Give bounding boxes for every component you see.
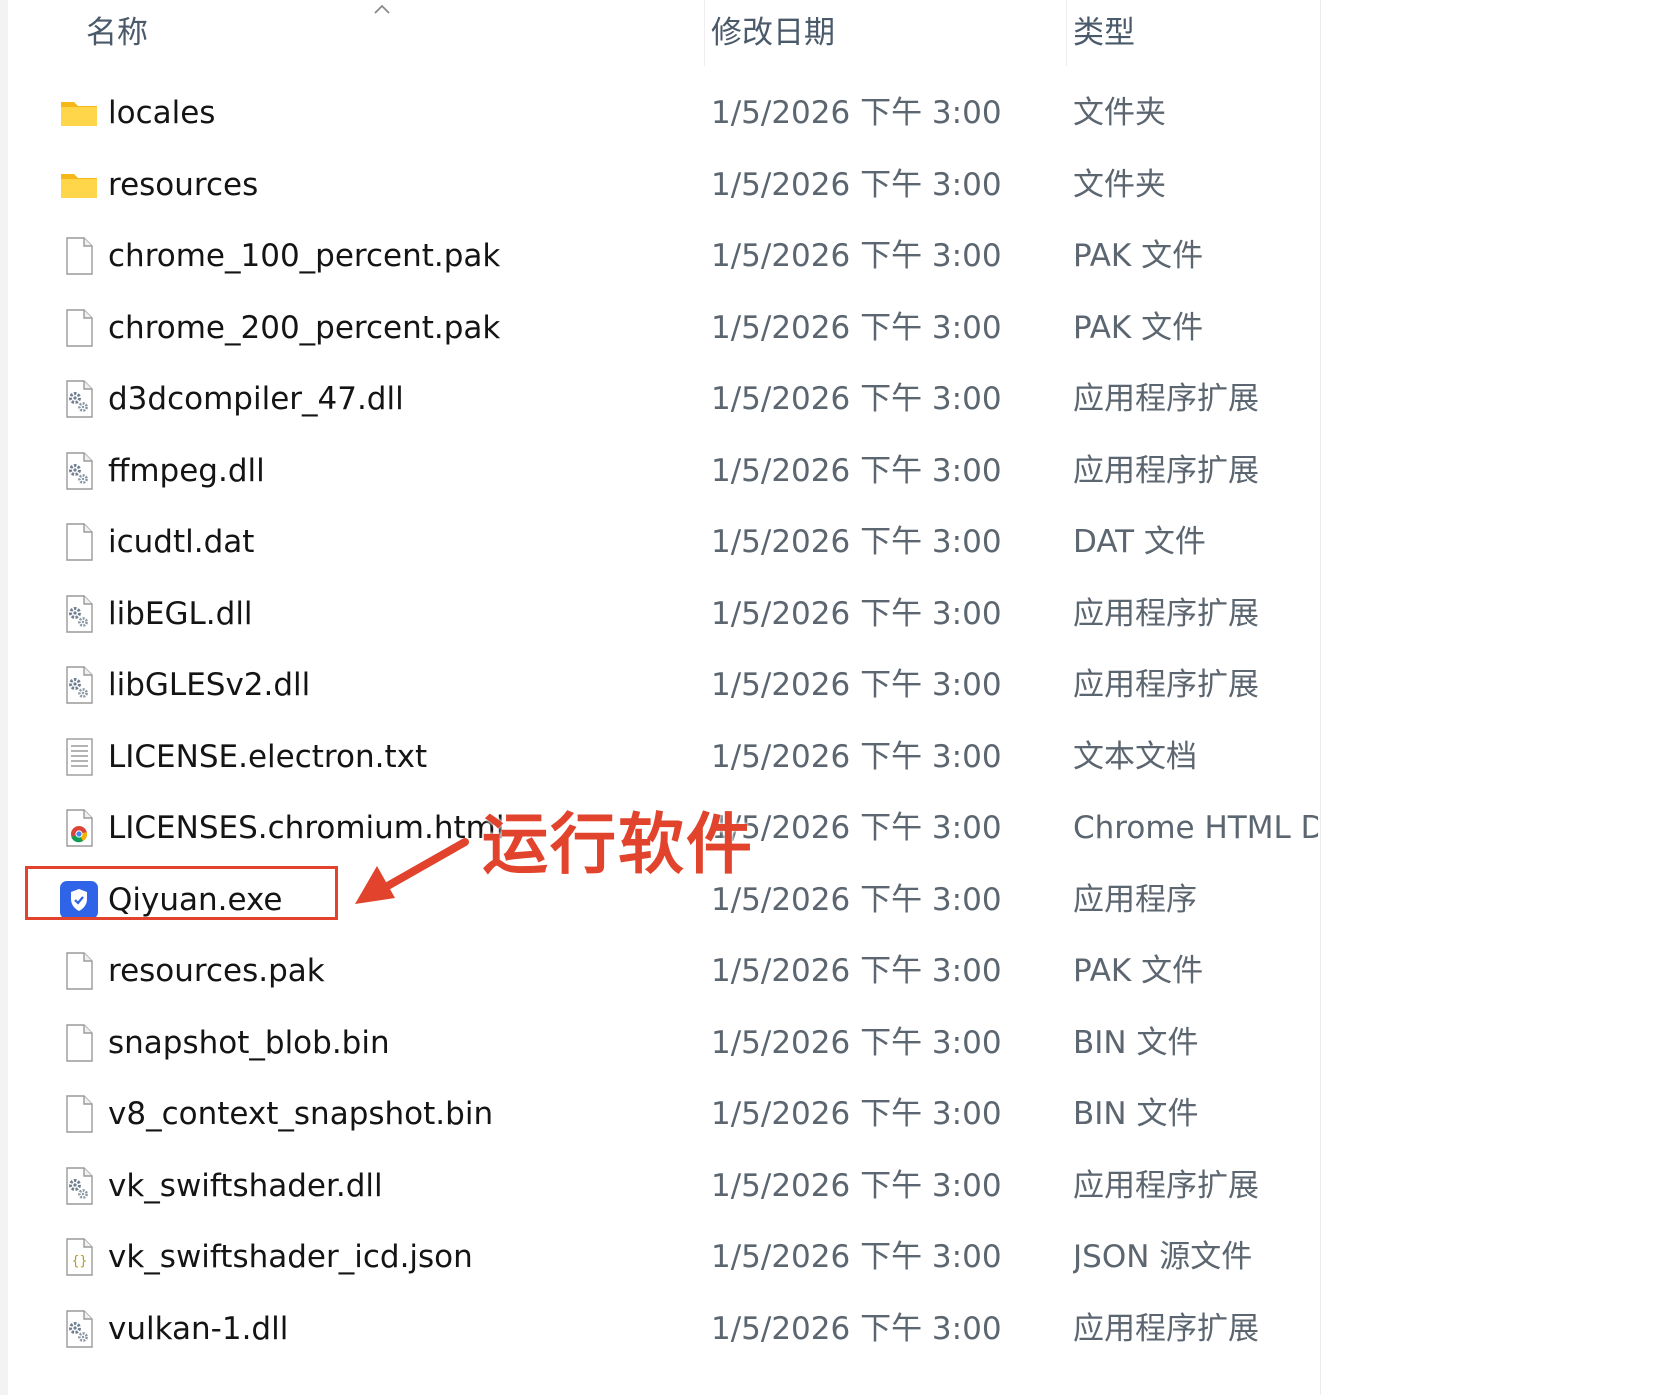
column-header-date-modified[interactable]: 修改日期 xyxy=(711,0,1051,66)
file-type: 应用程序扩展 xyxy=(1073,1310,1259,1347)
file-date-modified: 1/5/2026 下午 3:00 xyxy=(711,452,1002,489)
file-name[interactable]: Qiyuan.exe xyxy=(108,865,283,937)
file-date-modified: 1/5/2026 下午 3:00 xyxy=(711,1096,1002,1132)
file-name[interactable]: chrome_100_percent.pak xyxy=(108,221,500,293)
file-type: PAK 文件 xyxy=(1073,238,1204,274)
folder-icon xyxy=(58,164,100,206)
file-name[interactable]: d3dcompiler_47.dll xyxy=(108,364,404,436)
file-date-modified: 1/5/2026 下午 3:00 xyxy=(711,667,1002,703)
file-date-modified: 1/5/2026 下午 3:00 xyxy=(711,238,1002,274)
file-name[interactable]: LICENSES.chromium.html xyxy=(108,793,504,865)
file-icon xyxy=(58,307,100,349)
shield-app-icon xyxy=(58,879,100,921)
file-type: 文本文档 xyxy=(1073,738,1197,775)
file-date-modified: 1/5/2026 下午 3:00 xyxy=(711,524,1002,560)
chrome-html-icon xyxy=(58,807,100,849)
file-name[interactable]: icudtl.dat xyxy=(108,507,254,579)
file-name[interactable]: v8_context_snapshot.bin xyxy=(108,1079,493,1151)
file-date-modified: 1/5/2026 下午 3:00 xyxy=(711,1024,1002,1061)
file-name[interactable]: ffmpeg.dll xyxy=(108,436,265,508)
file-type: Chrome HTML D xyxy=(1073,810,1318,846)
file-row[interactable]: vk_swiftshader.dll 1/5/2026 下午 3:00 应用程序扩展 xyxy=(8,1151,1313,1223)
dll-gear-icon xyxy=(58,1165,100,1207)
file-row[interactable]: icudtl.dat 1/5/2026 下午 3:00 DAT 文件 xyxy=(8,507,1313,579)
file-row[interactable]: libGLESv2.dll 1/5/2026 下午 3:00 应用程序扩展 xyxy=(8,650,1313,722)
dll-gear-icon xyxy=(58,593,100,635)
file-name[interactable]: resources xyxy=(108,150,258,222)
file-date-modified: 1/5/2026 下午 3:00 xyxy=(711,381,1002,417)
dll-gear-icon xyxy=(58,1308,100,1350)
file-type: 应用程序扩展 xyxy=(1073,1167,1259,1204)
file-type: 应用程序扩展 xyxy=(1073,381,1259,417)
file-name[interactable]: libEGL.dll xyxy=(108,579,253,651)
file-type: PAK 文件 xyxy=(1073,309,1204,346)
file-type: JSON 源文件 xyxy=(1073,1239,1253,1275)
dll-gear-icon xyxy=(58,664,100,706)
dll-gear-icon xyxy=(58,450,100,492)
file-rows: locales 1/5/2026 下午 3:00 文件夹 resources 1/5/2… xyxy=(8,78,1318,1366)
file-name[interactable]: LICENSE.electron.txt xyxy=(108,722,427,794)
json-file-icon: {} xyxy=(58,1236,100,1278)
file-name[interactable]: snapshot_blob.bin xyxy=(108,1008,390,1080)
text-file-icon xyxy=(58,736,100,778)
file-name[interactable]: vk_swiftshader.dll xyxy=(108,1151,383,1223)
file-type: 应用程序扩展 xyxy=(1073,452,1259,489)
file-row[interactable]: d3dcompiler_47.dll 1/5/2026 下午 3:00 应用程序扩展 xyxy=(8,364,1313,436)
file-date-modified: 1/5/2026 下午 3:00 xyxy=(711,810,1002,846)
file-list-view: 名称 修改日期 类型 locales 1/5/2026 下午 3:00 文件夹 res… xyxy=(8,0,1321,1395)
file-row[interactable]: locales 1/5/2026 下午 3:00 文件夹 xyxy=(8,78,1313,150)
file-icon xyxy=(58,1022,100,1064)
file-date-modified: 1/5/2026 下午 3:00 xyxy=(711,595,1002,632)
list-right-border xyxy=(1320,0,1321,1395)
file-type: DAT 文件 xyxy=(1073,524,1206,560)
file-name[interactable]: vk_swiftshader_icd.json xyxy=(108,1222,473,1294)
column-header-row: 名称 修改日期 类型 xyxy=(8,0,1313,66)
file-date-modified: 1/5/2026 下午 3:00 xyxy=(711,1167,1002,1204)
file-row[interactable]: chrome_100_percent.pak 1/5/2026 下午 3:00 PA… xyxy=(8,221,1313,293)
file-row[interactable]: ffmpeg.dll 1/5/2026 下午 3:00 应用程序扩展 xyxy=(8,436,1313,508)
file-date-modified: 1/5/2026 下午 3:00 xyxy=(711,1310,1002,1347)
file-type: 文件夹 xyxy=(1073,95,1166,131)
file-date-modified: 1/5/2026 下午 3:00 xyxy=(711,738,1002,775)
file-type: 文件夹 xyxy=(1073,166,1166,203)
file-type: 应用程序扩展 xyxy=(1073,595,1259,632)
file-type: BIN 文件 xyxy=(1073,1096,1199,1132)
file-icon xyxy=(58,1093,100,1135)
column-header-name[interactable]: 名称 xyxy=(86,0,686,66)
file-name[interactable]: chrome_200_percent.pak xyxy=(108,293,500,365)
file-date-modified: 1/5/2026 下午 3:00 xyxy=(711,953,1002,989)
file-row[interactable]: {} vk_swiftshader_icd.json 1/5/2026 下午 3:0… xyxy=(8,1222,1313,1294)
file-name[interactable]: vulkan-1.dll xyxy=(108,1294,288,1366)
file-row[interactable]: resources.pak 1/5/2026 下午 3:00 PAK 文件 xyxy=(8,936,1313,1008)
file-date-modified: 1/5/2026 下午 3:00 xyxy=(711,881,1002,918)
file-date-modified: 1/5/2026 下午 3:00 xyxy=(711,95,1002,131)
column-header-type[interactable]: 类型 xyxy=(1073,0,1313,66)
file-icon xyxy=(58,235,100,277)
folder-icon xyxy=(58,92,100,134)
file-row[interactable]: snapshot_blob.bin 1/5/2026 下午 3:00 BIN 文件 xyxy=(8,1008,1313,1080)
file-row[interactable]: LICENSES.chromium.html 1/5/2026 下午 3:00 Ch… xyxy=(8,793,1318,865)
dll-gear-icon xyxy=(58,378,100,420)
file-type: 应用程序扩展 xyxy=(1073,667,1259,703)
file-row[interactable]: vulkan-1.dll 1/5/2026 下午 3:00 应用程序扩展 xyxy=(8,1294,1313,1366)
file-name[interactable]: locales xyxy=(108,78,215,150)
file-icon xyxy=(58,521,100,563)
file-type: PAK 文件 xyxy=(1073,953,1204,989)
file-row[interactable]: chrome_200_percent.pak 1/5/2026 下午 3:00 PA… xyxy=(8,293,1313,365)
file-name[interactable]: resources.pak xyxy=(108,936,325,1008)
file-row[interactable]: resources 1/5/2026 下午 3:00 文件夹 xyxy=(8,150,1313,222)
file-row[interactable]: LICENSE.electron.txt 1/5/2026 下午 3:00 文本文档 xyxy=(8,722,1313,794)
file-icon xyxy=(58,950,100,992)
file-date-modified: 1/5/2026 下午 3:00 xyxy=(711,309,1002,346)
file-type: BIN 文件 xyxy=(1073,1024,1199,1061)
file-row[interactable]: libEGL.dll 1/5/2026 下午 3:00 应用程序扩展 xyxy=(8,579,1313,651)
svg-text:{}: {} xyxy=(72,1254,88,1269)
file-date-modified: 1/5/2026 下午 3:00 xyxy=(711,1239,1002,1275)
file-row[interactable]: Qiyuan.exe 1/5/2026 下午 3:00 应用程序 xyxy=(8,865,1313,937)
file-name[interactable]: libGLESv2.dll xyxy=(108,650,310,722)
file-type: 应用程序 xyxy=(1073,881,1197,918)
file-row[interactable]: v8_context_snapshot.bin 1/5/2026 下午 3:00 B… xyxy=(8,1079,1313,1151)
file-date-modified: 1/5/2026 下午 3:00 xyxy=(711,166,1002,203)
